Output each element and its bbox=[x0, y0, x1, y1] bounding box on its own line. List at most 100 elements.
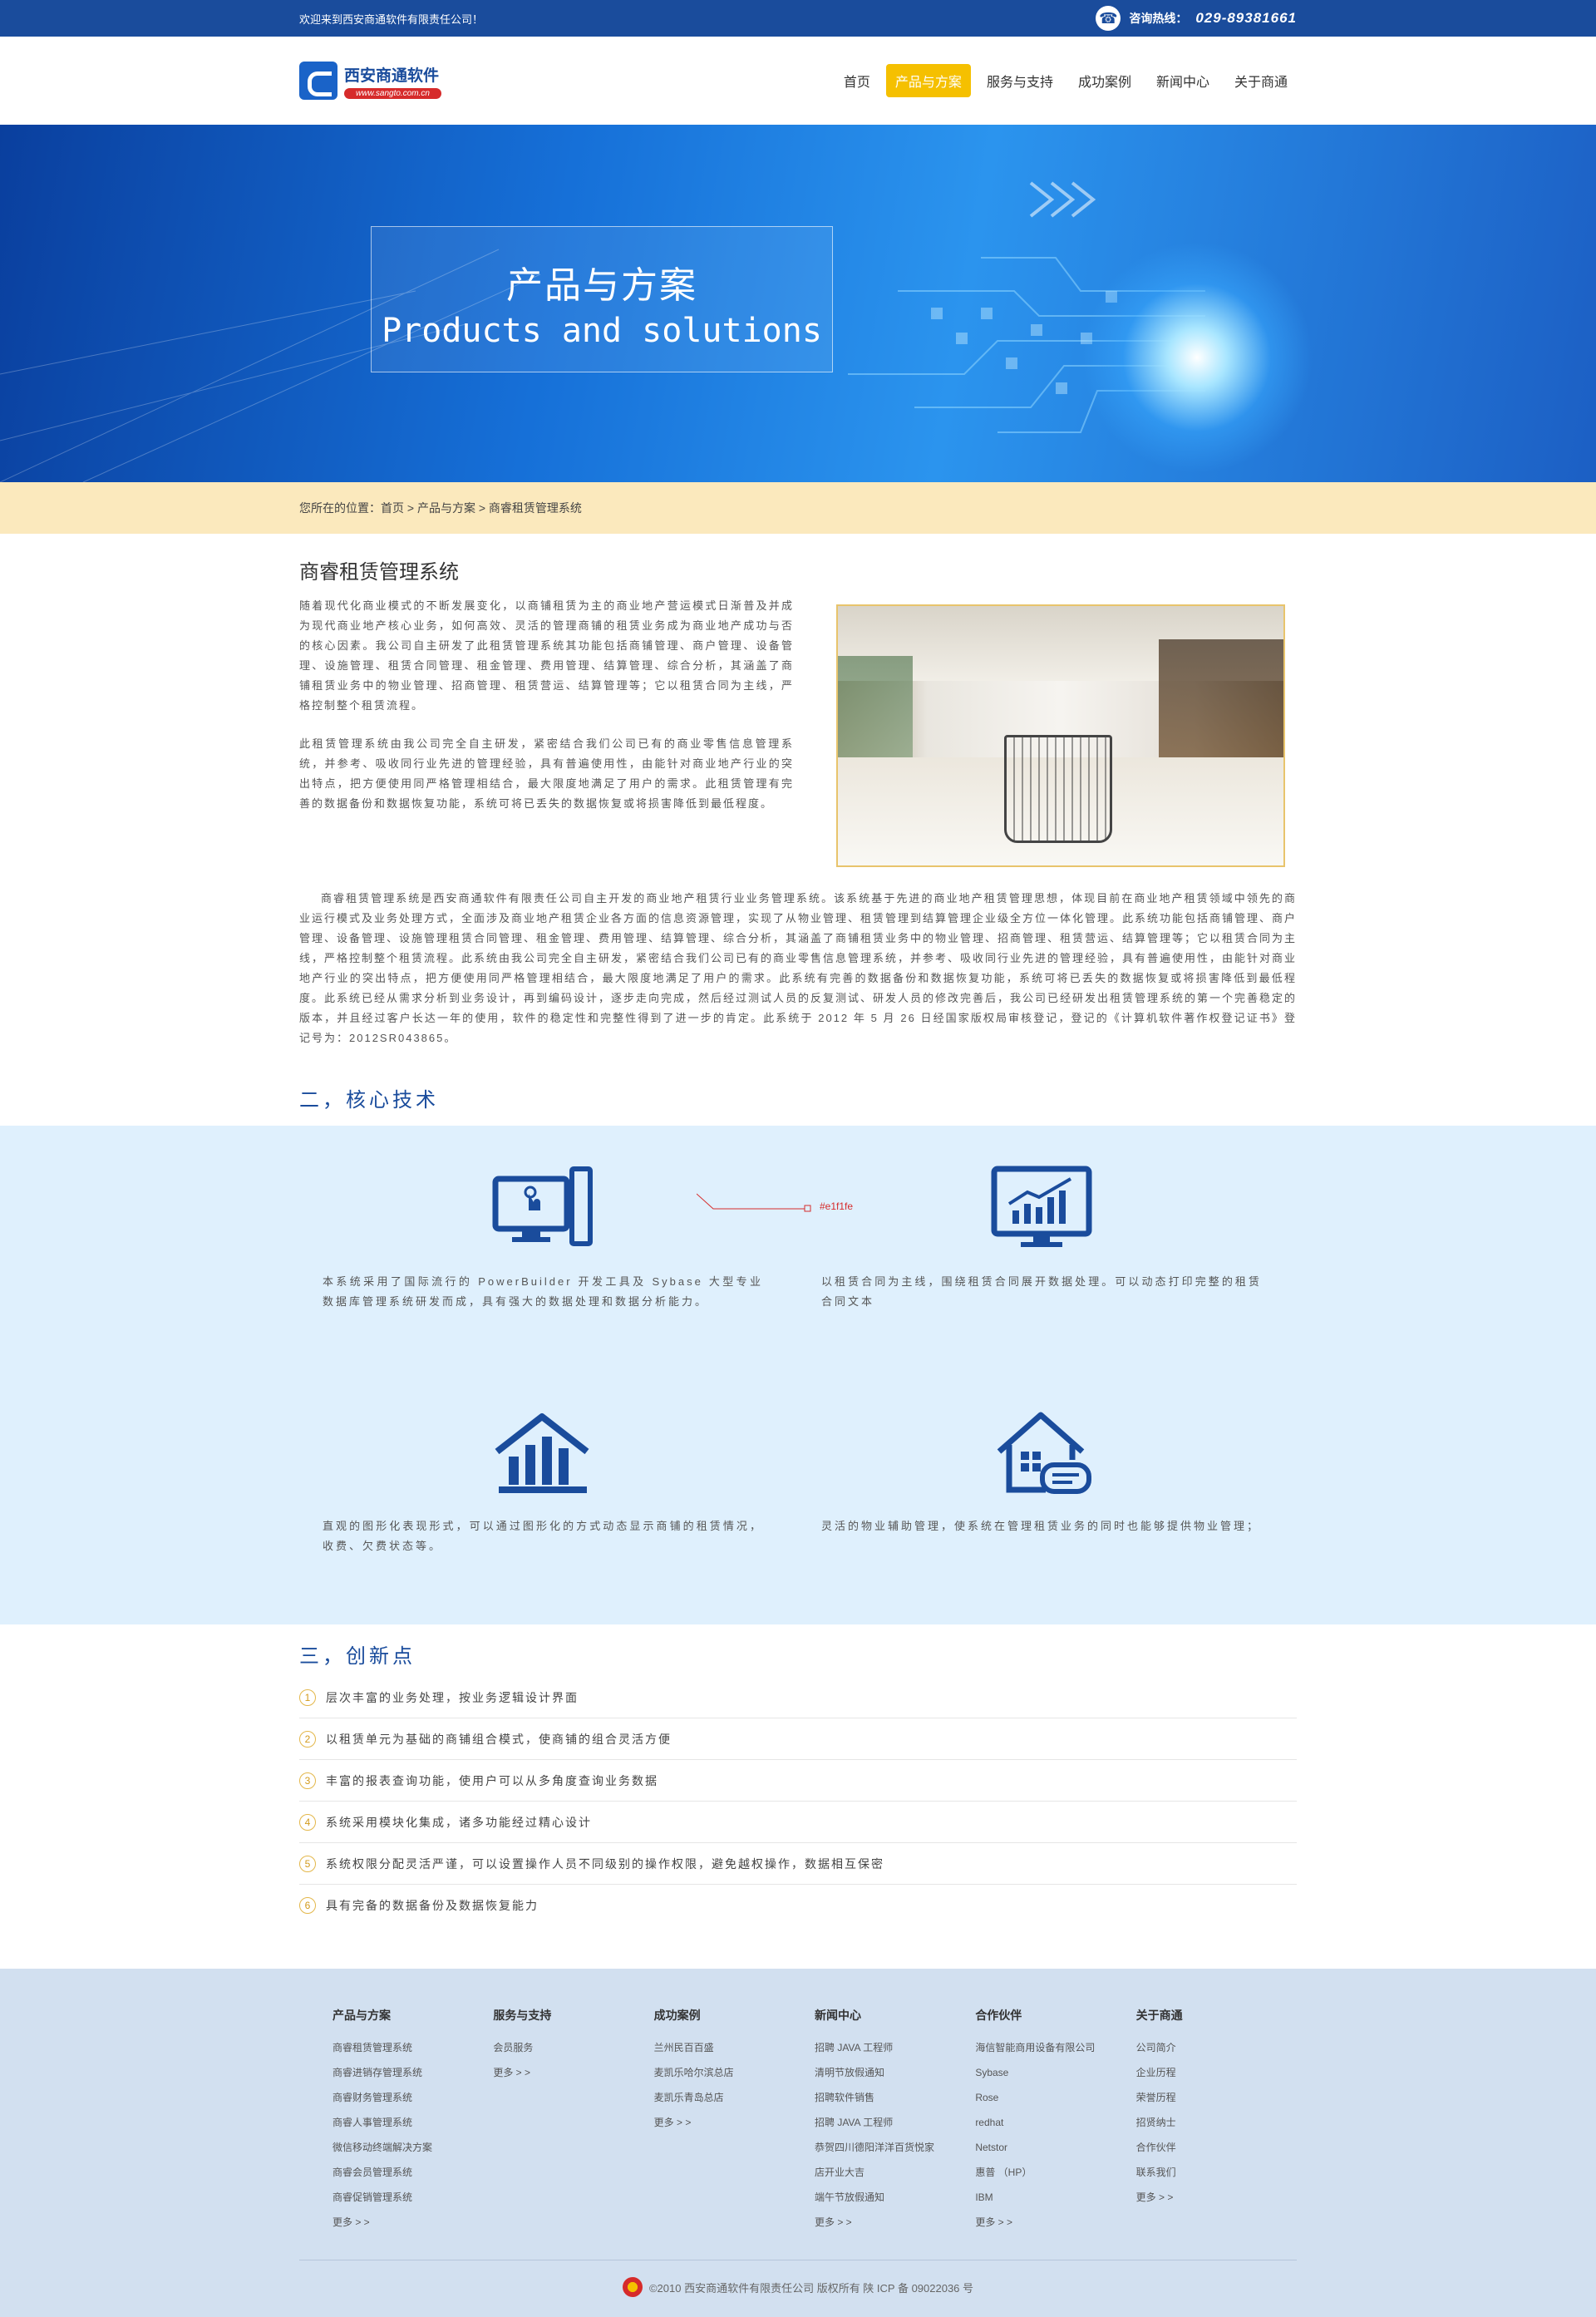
footer-link[interactable]: 恭贺四川德阳洋洋百货悦家 bbox=[815, 2135, 975, 2160]
list-item: 4 系统采用模块化集成，诸多功能经过精心设计 bbox=[299, 1802, 1297, 1843]
banner-glow bbox=[1081, 241, 1313, 474]
footer-link[interactable]: 招聘软件销售 bbox=[815, 2085, 975, 2110]
footer-column-title: 服务与支持 bbox=[493, 2009, 552, 2022]
copyright: ©2010 西安商通软件有限责任公司 版权所有 陕 ICP 备 09022036… bbox=[299, 2277, 1297, 2297]
footer-link[interactable]: 合作伙伴 bbox=[1136, 2135, 1297, 2160]
footer-link[interactable]: 兰州民百百盛 bbox=[654, 2035, 815, 2060]
footer-column: 新闻中心招聘 JAVA 工程师 清明节放假通知 招聘软件销售 招聘 JAVA 工程师恭… bbox=[815, 2007, 975, 2235]
mall-photo bbox=[836, 604, 1285, 867]
footer-link[interactable]: 招聘 JAVA 工程师 bbox=[815, 2110, 975, 2135]
footer-link[interactable]: 更多 > > bbox=[332, 2210, 493, 2235]
hotline-number: 029-89381661 bbox=[1195, 10, 1297, 26]
list-item: 5 系统权限分配灵活严谨，可以设置操作人员不同级别的操作权限，避免越权操作，数据相… bbox=[299, 1843, 1297, 1885]
innovation-list: 1 层次丰富的业务处理，按业务逻辑设计界面 2 以租赁单元为基础的商铺组合模式，使商… bbox=[299, 1677, 1297, 1926]
footer-link[interactable]: Netstor bbox=[975, 2135, 1135, 2160]
footer-link[interactable]: 招聘 JAVA 工程师 bbox=[815, 2035, 975, 2060]
list-number-badge: 6 bbox=[299, 1897, 316, 1914]
tech-item-3: 直观的图形化表现形式，可以通过图形化的方式动态显示商铺的租赁情况，收费、欠费状态… bbox=[323, 1408, 763, 1556]
list-item: 2 以租赁单元为基础的商铺组合模式，使商铺的组合灵活方便 bbox=[299, 1718, 1297, 1760]
intro-paragraph-1: 随着现代化商业模式的不断发展变化，以商铺租赁为主的商业地产营运模式日渐普及并成为… bbox=[299, 599, 794, 712]
footer-column-title: 合作伙伴 bbox=[975, 2009, 1022, 2022]
footer-link[interactable]: 更多 > > bbox=[493, 2060, 653, 2085]
footer: 产品与方案商睿租赁管理系统 商睿进销存管理系统 商睿财务管理系统 商睿人事管理系统 微信… bbox=[0, 1969, 1596, 2317]
footer-link[interactable]: 招贤纳士 bbox=[1136, 2110, 1297, 2135]
footer-columns: 产品与方案商睿租赁管理系统 商睿进销存管理系统 商睿财务管理系统 商睿人事管理系统 微信… bbox=[332, 1969, 1297, 2235]
list-number-badge: 3 bbox=[299, 1772, 316, 1789]
bar-chart-house-icon bbox=[495, 1413, 589, 1493]
nav-services[interactable]: 服务与支持 bbox=[978, 64, 1062, 97]
chart-monitor-icon bbox=[991, 1166, 1092, 1247]
breadcrumb-text[interactable]: 您所在的位置：首页 > 产品与方案 > 商睿租赁管理系统 bbox=[299, 501, 582, 515]
footer-link[interactable]: redhat bbox=[975, 2110, 1135, 2135]
tech-item-4-text: 灵活的物业辅助管理，使系统在管理租赁业务的同时也能够提供物业管理； bbox=[821, 1520, 1261, 1532]
list-number-badge: 5 bbox=[299, 1855, 316, 1872]
phone-icon: ☎ bbox=[1096, 6, 1121, 31]
nav-home[interactable]: 首页 bbox=[835, 64, 879, 97]
banner-title-en: Products and solutions bbox=[382, 312, 822, 350]
page-title: 商睿租赁管理系统 bbox=[299, 561, 459, 584]
copyright-text: ©2010 西安商通软件有限责任公司 版权所有 陕 ICP 备 09022036… bbox=[648, 2281, 974, 2295]
logo-mark-icon bbox=[299, 62, 337, 100]
footer-link[interactable]: 更多 > > bbox=[654, 2110, 815, 2135]
list-item-text: 系统采用模块化集成，诸多功能经过精心设计 bbox=[326, 1815, 592, 1829]
top-bar: 欢迎来到西安商通软件有限责任公司！ ☎ 咨询热线： 029-89381661 bbox=[0, 0, 1596, 37]
header: 西安商通软件 www.sangto.com.cn 首页 产品与方案 服务与支持 … bbox=[0, 37, 1596, 125]
footer-column: 成功案例 兰州民百百盛 麦凯乐哈尔滨总店 麦凯乐青岛总店 更多 > > bbox=[654, 2007, 815, 2235]
nav-cases[interactable]: 成功案例 bbox=[1069, 64, 1140, 97]
footer-link[interactable]: 清明节放假通知 bbox=[815, 2060, 975, 2085]
footer-link[interactable]: 会员服务 bbox=[493, 2035, 653, 2060]
tech-item-3-text: 直观的图形化表现形式，可以通过图形化的方式动态显示商铺的租赁情况，收费、欠费状态… bbox=[323, 1520, 763, 1552]
footer-link[interactable]: 商睿进销存管理系统 bbox=[332, 2060, 493, 2085]
footer-link[interactable]: 商睿促销管理系统 bbox=[332, 2185, 493, 2210]
list-item: 1 层次丰富的业务处理，按业务逻辑设计界面 bbox=[299, 1677, 1297, 1718]
computer-touch-icon bbox=[492, 1166, 593, 1246]
footer-link[interactable]: 联系我们 bbox=[1136, 2160, 1297, 2185]
footer-link[interactable]: 微信移动终端解决方案 bbox=[332, 2135, 493, 2160]
footer-column-title: 关于商通 bbox=[1135, 2009, 1183, 2022]
footer-link[interactable]: 更多 > > bbox=[1136, 2185, 1297, 2210]
nav-about[interactable]: 关于商通 bbox=[1225, 64, 1297, 97]
footer-column: 合作伙伴海信智能商用设备有限公司 Sybase Rose redhat Netstor 惠… bbox=[975, 2007, 1135, 2235]
footer-link[interactable]: 惠普 （HP） bbox=[975, 2160, 1135, 2185]
list-number-badge: 1 bbox=[299, 1688, 316, 1706]
footer-column: 产品与方案商睿租赁管理系统 商睿进销存管理系统 商睿财务管理系统 商睿人事管理系统 微信… bbox=[332, 2007, 493, 2235]
tech-section: #e1f1fe 本系统采用了国际流行的 PowerBuilder 开发工具及 S… bbox=[0, 1126, 1596, 1624]
list-number-badge: 4 bbox=[299, 1813, 316, 1831]
list-item-text: 丰富的报表查询功能，使用户可以从多角度查询业务数据 bbox=[326, 1773, 658, 1787]
nav-news[interactable]: 新闻中心 bbox=[1147, 64, 1219, 97]
footer-link[interactable]: 商睿会员管理系统 bbox=[332, 2160, 493, 2185]
footer-column-title: 产品与方案 bbox=[332, 2009, 391, 2022]
footer-link[interactable]: 海信智能商用设备有限公司 bbox=[975, 2035, 1135, 2060]
banner-title-cn: 产品与方案 bbox=[506, 265, 697, 306]
footer-column-title: 新闻中心 bbox=[814, 2009, 861, 2022]
main-nav: 首页 产品与方案 服务与支持 成功案例 新闻中心 关于商通 bbox=[835, 64, 1297, 97]
footer-link[interactable]: 更多 > > bbox=[815, 2210, 975, 2235]
footer-link[interactable]: 企业历程 bbox=[1136, 2060, 1297, 2085]
footer-link[interactable]: Rose bbox=[975, 2085, 1135, 2110]
footer-link[interactable]: 公司简介 bbox=[1136, 2035, 1297, 2060]
logo[interactable]: 西安商通软件 www.sangto.com.cn bbox=[299, 62, 441, 100]
footer-link[interactable]: 荣誉历程 bbox=[1136, 2085, 1297, 2110]
footer-link[interactable]: 端午节放假通知 bbox=[815, 2185, 975, 2210]
logo-name: 西安商通软件 bbox=[344, 67, 440, 85]
footer-link[interactable]: 店开业大吉 bbox=[815, 2160, 975, 2185]
hero-banner: 产品与方案 Products and solutions bbox=[0, 125, 1596, 482]
footer-link[interactable]: 麦凯乐哈尔滨总店 bbox=[654, 2060, 815, 2085]
footer-link[interactable]: 更多 > > bbox=[975, 2210, 1135, 2235]
intro-paragraph-3: 商睿租赁管理系统是西安商通软件有限责任公司自主开发的商业地产租赁行业业务管理系统… bbox=[299, 892, 1298, 1044]
house-message-icon bbox=[997, 1412, 1091, 1494]
nav-products[interactable]: 产品与方案 bbox=[885, 64, 971, 97]
list-item-text: 系统权限分配灵活严谨，可以设置操作人员不同级别的操作权限，避免越权操作，数据相互… bbox=[326, 1856, 884, 1871]
footer-link[interactable]: 商睿租赁管理系统 bbox=[332, 2035, 493, 2060]
footer-column: 关于商通公司简介 企业历程 荣誉历程 招贤纳士 合作伙伴 联系我们 更多 > > bbox=[1136, 2007, 1297, 2235]
footer-link[interactable]: 商睿人事管理系统 bbox=[332, 2110, 493, 2135]
police-emblem-icon bbox=[622, 2277, 643, 2297]
logo-url: www.sangto.com.cn bbox=[344, 87, 441, 99]
tech-item-1-text: 本系统采用了国际流行的 PowerBuilder 开发工具及 Sybase 大型… bbox=[323, 1275, 763, 1308]
footer-link[interactable]: 商睿财务管理系统 bbox=[332, 2085, 493, 2110]
footer-link[interactable]: 麦凯乐青岛总店 bbox=[654, 2085, 815, 2110]
list-item-text: 具有完备的数据备份及数据恢复能力 bbox=[326, 1899, 539, 1912]
tech-section-title: 二，核心技术 bbox=[299, 1089, 439, 1112]
footer-link[interactable]: Sybase bbox=[975, 2060, 1135, 2085]
footer-link[interactable]: IBM bbox=[975, 2185, 1135, 2210]
